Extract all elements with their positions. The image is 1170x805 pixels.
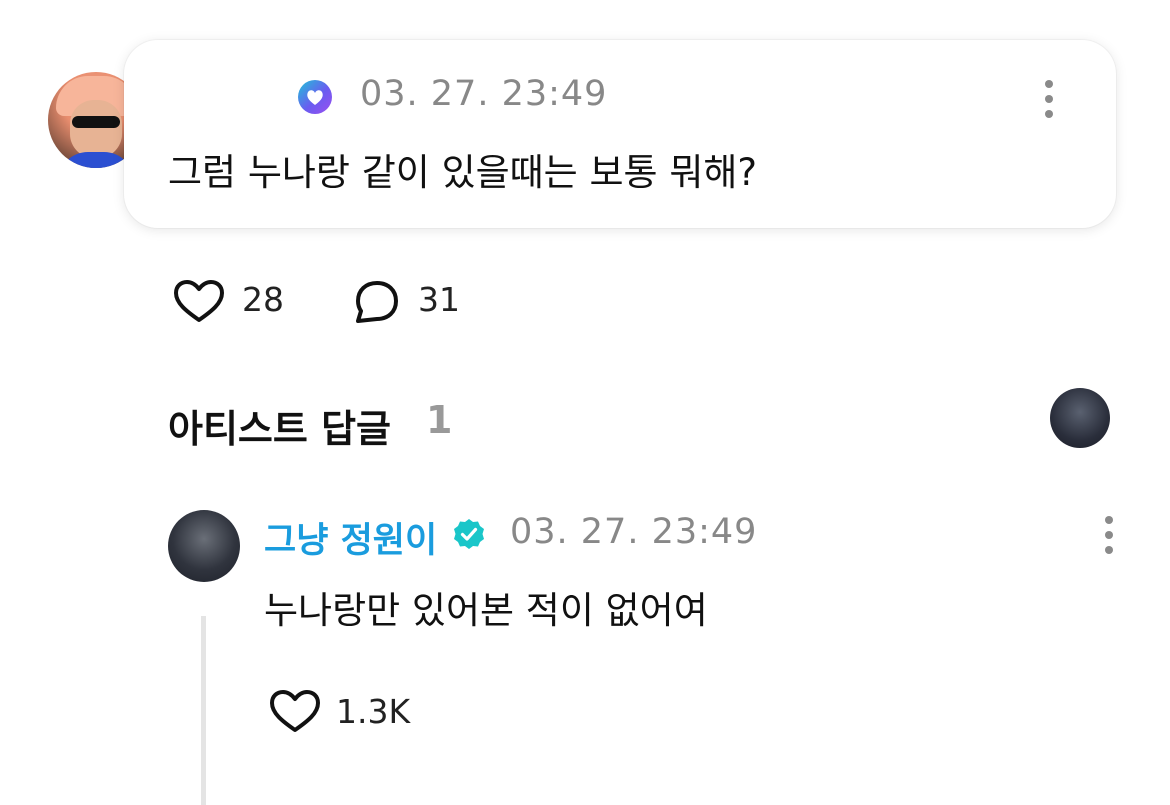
artist-replies-count: 1 xyxy=(426,398,453,442)
artist-like-count: 1.3K xyxy=(336,692,411,731)
like-count: 28 xyxy=(242,280,284,319)
reply-count: 31 xyxy=(418,280,460,319)
heart-icon[interactable] xyxy=(268,688,322,738)
artist-avatar-small[interactable] xyxy=(1050,388,1110,448)
verified-badge-icon xyxy=(452,517,486,555)
artist-reply-timestamp: 03. 27. 23:49 xyxy=(510,512,758,552)
heart-icon[interactable] xyxy=(172,278,226,328)
artist-reply-text: 누나랑만 있어본 적이 없어여 xyxy=(264,589,708,632)
artist-replies-title: 아티스트 답글 xyxy=(168,407,391,451)
artist-name[interactable]: 그냥 정원이 xyxy=(264,512,437,563)
weverse-membership-icon xyxy=(298,80,332,114)
fan-comment-timestamp: 03. 27. 23:49 xyxy=(360,74,608,114)
thread-line xyxy=(201,616,206,805)
artist-avatar[interactable] xyxy=(168,510,240,582)
fan-comment-card xyxy=(124,40,1116,228)
more-options-icon[interactable] xyxy=(1045,80,1055,125)
comment-bubble-icon[interactable] xyxy=(352,278,402,330)
more-options-icon[interactable] xyxy=(1105,516,1115,561)
fan-comment-text: 그럼 누나랑 같이 있을때는 보통 뭐해? xyxy=(168,151,758,194)
